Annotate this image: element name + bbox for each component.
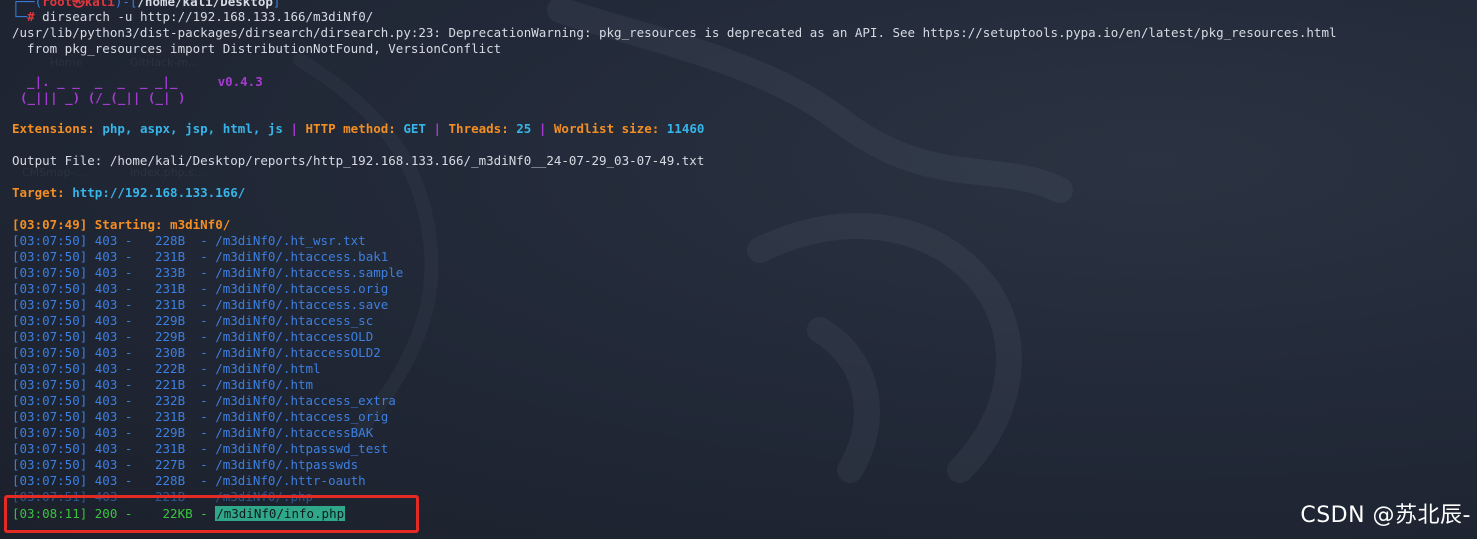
prompt-bracket: )-[ [114, 0, 138, 9]
csdn-watermark: CSDN @苏北辰- [1300, 503, 1471, 528]
result-row: [03:07:50] 403 - 221B - /m3diNf0/.htm [12, 377, 314, 392]
logo-art-line2: (_||| _) (/_(_|| (_| ) [20, 90, 186, 105]
result-row: [03:07:50] 403 - 229B - /m3diNf0/.htacce… [12, 313, 374, 328]
result-row: [03:07:50] 403 - 229B - /m3diNf0/.htacce… [12, 425, 374, 440]
dirsearch-version: v0.4.3 [217, 74, 263, 89]
desktop-ghost-home: Home [50, 56, 83, 69]
method-value: GET [403, 121, 426, 136]
result-row: [03:07:50] 403 - 229B - /m3diNf0/.htacce… [12, 329, 374, 344]
separator: | [531, 121, 554, 136]
separator: | [425, 121, 449, 136]
extensions-label: Extensions: [12, 121, 103, 136]
command-text: dirsearch -u http://192.168.133.166/m3di… [42, 9, 374, 24]
result-row: [03:07:50] 403 - 231B - /m3diNf0/.htacce… [12, 281, 389, 296]
result-row: [03:07:50] 403 - 232B - /m3diNf0/.htacce… [12, 393, 396, 408]
deprecation-warning-import: from pkg_resources import DistributionNo… [12, 41, 502, 56]
prompt-corner: ┌──( [12, 0, 43, 9]
threads-label: Threads: [448, 121, 517, 136]
threads-value: 25 [516, 121, 532, 136]
target-line: Target: http://192.168.133.166/ [12, 185, 245, 201]
result-row: [03:07:50] 403 - 231B - /m3diNf0/.htacce… [12, 297, 389, 312]
terminal-window[interactable]: Home GitHack-m... CMSmap-... index.php.s… [0, 0, 1477, 539]
prompt-hash: # [27, 9, 43, 24]
prompt-corner-bottom: └─ [12, 9, 28, 24]
scan-config-line: Extensions: php, aspx, jsp, html, js | H… [12, 121, 704, 137]
prompt-path: /home/kali/Desktop [137, 0, 273, 9]
output-file-line: Output File: /home/kali/Desktop/reports/… [12, 153, 705, 168]
result-row: [03:07:50] 403 - 222B - /m3diNf0/.html [12, 361, 321, 376]
result-row: [03:07:50] 403 - 231B - /m3diNf0/.htacce… [12, 249, 389, 264]
logo-art-line1: _|. _ _ _ _ _ _|_ [12, 74, 178, 89]
target-url: http://192.168.133.166/ [72, 185, 246, 200]
result-row: [03:07:50] 403 - 230B - /m3diNf0/.htacce… [12, 345, 381, 360]
target-label: Target: [12, 185, 73, 200]
wordlist-label: Wordlist size: [553, 121, 667, 136]
result-row: [03:07:50] 403 - 231B - /m3diNf0/.htpass… [12, 441, 389, 456]
method-label: HTTP method: [305, 121, 404, 136]
result-row: [03:07:50] 403 - 227B - /m3diNf0/.htpass… [12, 457, 359, 472]
prompt-bracket-close: ] [272, 0, 281, 9]
result-row: [03:07:50] 403 - 228B - /m3diNf0/.httr-o… [12, 473, 366, 488]
separator: | [282, 121, 306, 136]
result-row: [03:07:50] 403 - 231B - /m3diNf0/.htacce… [12, 409, 389, 424]
dirsearch-logo-bottom: (_||| _) (/_(_|| (_| ) [20, 90, 186, 106]
command-line: └─# dirsearch -u http://192.168.133.166/… [12, 9, 373, 25]
annotation-highlight-box [4, 495, 419, 533]
desktop-ghost-githack: GitHack-m... [130, 56, 199, 69]
extensions-value: php, aspx, jsp, html, js [102, 121, 283, 136]
result-row: [03:07:50] 403 - 228B - /m3diNf0/.ht_wsr… [12, 233, 366, 248]
dirsearch-logo-top: _|. _ _ _ _ _ _|_ v0.4.3 [12, 74, 263, 90]
deprecation-warning: /usr/lib/python3/dist-packages/dirsearch… [12, 25, 1337, 40]
scan-start-line: [03:07:49] Starting: m3diNf0/ [12, 217, 231, 232]
prompt-user-host: root㉿kali [42, 0, 115, 9]
result-row: [03:07:50] 403 - 233B - /m3diNf0/.htacce… [12, 265, 404, 280]
wordlist-value: 11460 [666, 121, 705, 136]
